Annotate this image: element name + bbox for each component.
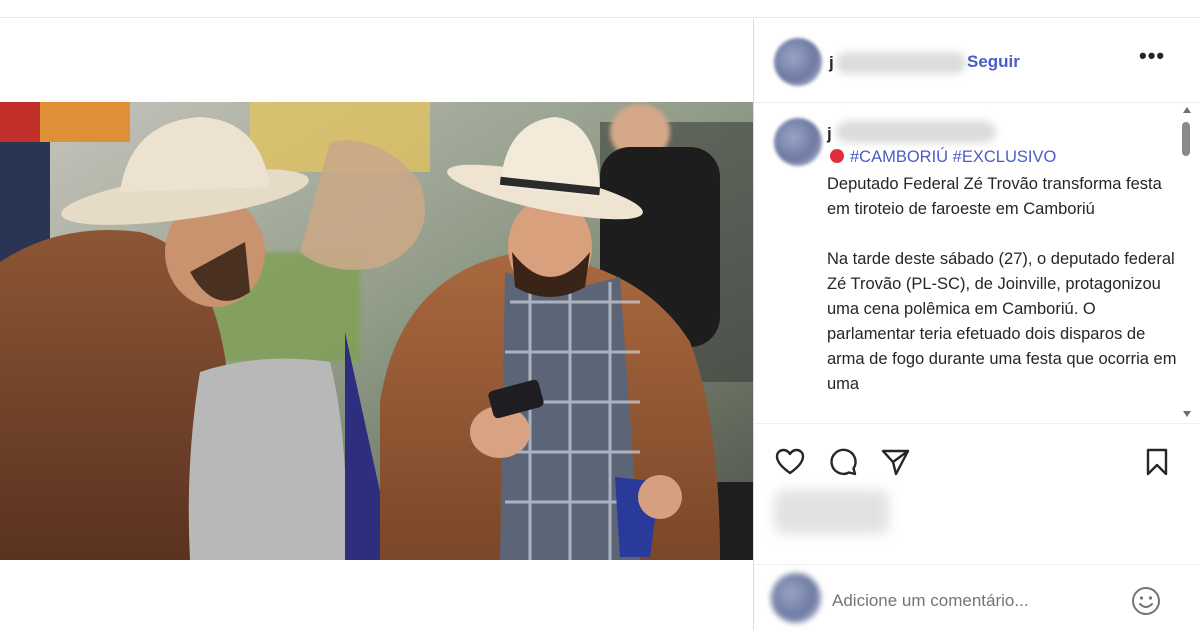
caption-paragraph-2: Na tarde deste sábado (27), o deputado f… (827, 250, 1177, 393)
scroll-down-arrow-icon[interactable] (1183, 411, 1191, 417)
username[interactable]: j (829, 53, 834, 73)
photo-illustration (0, 102, 753, 560)
red-circle-icon (830, 149, 844, 163)
caption-scroll-area[interactable]: j #CAMBORIÚ #EXCLUSIVO Deputado Federal … (754, 104, 1200, 424)
scroll-up-arrow-icon[interactable] (1183, 107, 1191, 113)
viewer-avatar (771, 573, 821, 623)
comment-input[interactable] (832, 591, 1122, 611)
more-options-icon[interactable]: ••• (1139, 43, 1165, 69)
scroll-thumb[interactable] (1182, 122, 1190, 156)
post-actions (754, 424, 1200, 488)
bookmark-icon[interactable] (1141, 446, 1173, 478)
post-side-panel: j Seguir ••• j #CAMBORIÚ #EXCLUSIVO Depu… (754, 19, 1200, 630)
hashtag-links[interactable]: #CAMBORIÚ #EXCLUSIVO (850, 148, 1056, 166)
likes-count-blur (774, 490, 889, 534)
post-media-area (0, 19, 753, 630)
caption-author-avatar[interactable] (774, 118, 822, 166)
comment-icon[interactable] (827, 446, 859, 478)
heart-icon[interactable] (774, 446, 806, 478)
post-photo[interactable] (0, 102, 753, 560)
top-bar (0, 0, 1200, 18)
caption-hashtags: #CAMBORIÚ #EXCLUSIVO (830, 148, 1056, 167)
follow-button[interactable]: Seguir (967, 52, 1020, 72)
caption-paragraph-1: Deputado Federal Zé Trovão transforma fe… (827, 175, 1162, 218)
caption-author-name[interactable]: j (827, 124, 832, 144)
comment-bar (754, 564, 1200, 630)
post-header: j Seguir ••• (754, 19, 1200, 103)
username-blur (836, 52, 966, 74)
emoji-icon[interactable] (1130, 585, 1162, 617)
caption-scrollbar[interactable] (1180, 104, 1192, 423)
caption-author-blur (836, 121, 996, 143)
share-icon[interactable] (879, 446, 911, 478)
author-avatar[interactable] (774, 38, 822, 86)
caption-text: Deputado Federal Zé Trovão transforma fe… (827, 172, 1177, 422)
